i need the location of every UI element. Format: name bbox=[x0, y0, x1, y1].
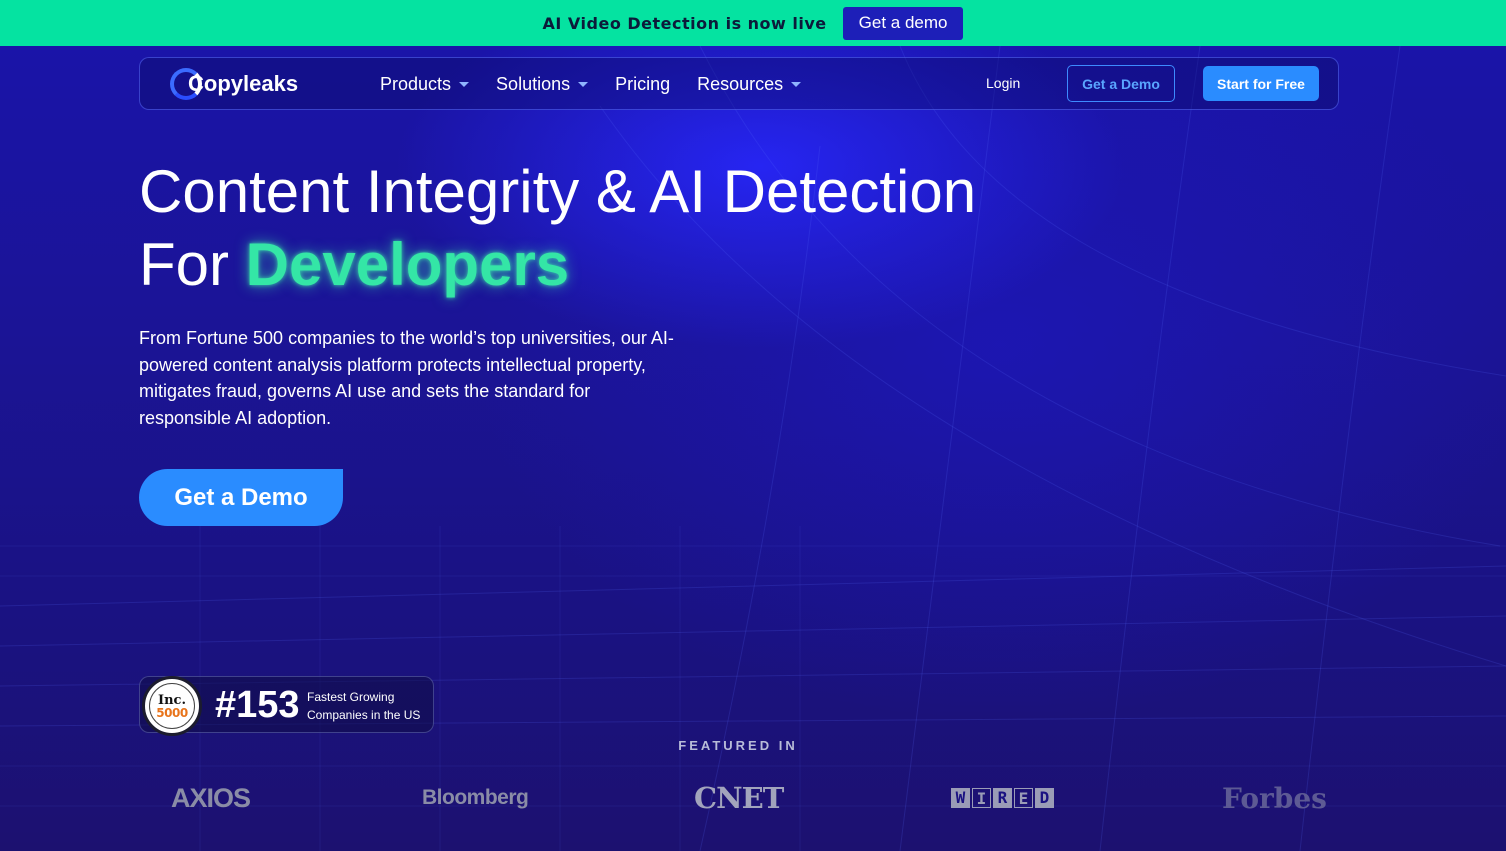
hero-subtext: From Fortune 500 companies to the world’… bbox=[139, 328, 674, 428]
start-for-free-button[interactable]: Start for Free bbox=[1203, 66, 1319, 101]
rank-label: Fastest Growing Companies in the US bbox=[307, 688, 420, 724]
logo-text: Copyleaks bbox=[188, 71, 299, 96]
announcement-bar: AI Video Detection is now live Get a dem… bbox=[0, 0, 1506, 46]
nav-item-resources[interactable]: Resources bbox=[697, 74, 802, 95]
headline-line-2-prefix: For bbox=[139, 231, 246, 298]
nav-item-label: Pricing bbox=[615, 74, 671, 94]
chevron-down-icon bbox=[578, 82, 589, 87]
main-navigation: Copyleaks Products Solutions Pricing Res… bbox=[139, 57, 1339, 110]
featured-in-heading: FEATURED IN bbox=[678, 738, 798, 753]
nav-menu: Products Solutions Pricing Resources bbox=[380, 58, 802, 111]
chevron-down-icon bbox=[459, 82, 470, 87]
nav-item-solutions[interactable]: Solutions bbox=[496, 74, 589, 95]
login-link[interactable]: Login bbox=[986, 75, 1020, 91]
hero-headline: Content Integrity & AI Detection For Dev… bbox=[139, 155, 1139, 301]
bloomberg-logo: Bloomberg bbox=[422, 786, 529, 809]
axios-logo: AXIOS bbox=[171, 782, 251, 813]
nav-get-demo-button[interactable]: Get a Demo bbox=[1067, 65, 1175, 102]
nav-item-label: Solutions bbox=[496, 74, 571, 94]
hero-get-demo-button[interactable]: Get a Demo bbox=[139, 469, 343, 526]
nav-item-label: Products bbox=[380, 74, 452, 94]
nav-item-products[interactable]: Products bbox=[380, 74, 470, 95]
inc-5000-seal-icon: Inc. 5000 bbox=[142, 676, 202, 736]
wired-logo: WIRED bbox=[951, 780, 1054, 816]
nav-item-label: Resources bbox=[697, 74, 784, 94]
featured-logos: AXIOS Bloomberg CNET WIRED Forbes bbox=[0, 780, 1506, 820]
forbes-logo: Forbes bbox=[1222, 781, 1327, 815]
rank-label-line-2: Companies in the US bbox=[307, 708, 421, 722]
nav-item-pricing[interactable]: Pricing bbox=[615, 74, 670, 95]
announcement-text: AI Video Detection is now live bbox=[542, 13, 827, 33]
rank-label-line-1: Fastest Growing bbox=[307, 690, 395, 704]
logo-mark-icon bbox=[170, 68, 202, 100]
chevron-down-icon bbox=[791, 82, 802, 87]
inc-5000-badge: Inc. 5000 #153 Fastest Growing Companies… bbox=[139, 676, 434, 736]
announcement-demo-button[interactable]: Get a demo bbox=[842, 6, 964, 40]
cnet-logo: CNET bbox=[694, 781, 784, 815]
headline-line-1: Content Integrity & AI Detection bbox=[139, 158, 977, 225]
rank-number: #153 bbox=[215, 684, 300, 726]
seal-word: Inc. bbox=[158, 692, 186, 708]
seal-number: 5000 bbox=[156, 705, 188, 720]
headline-highlight: Developers bbox=[245, 231, 570, 298]
copyleaks-logo[interactable]: Copyleaks bbox=[170, 67, 298, 101]
